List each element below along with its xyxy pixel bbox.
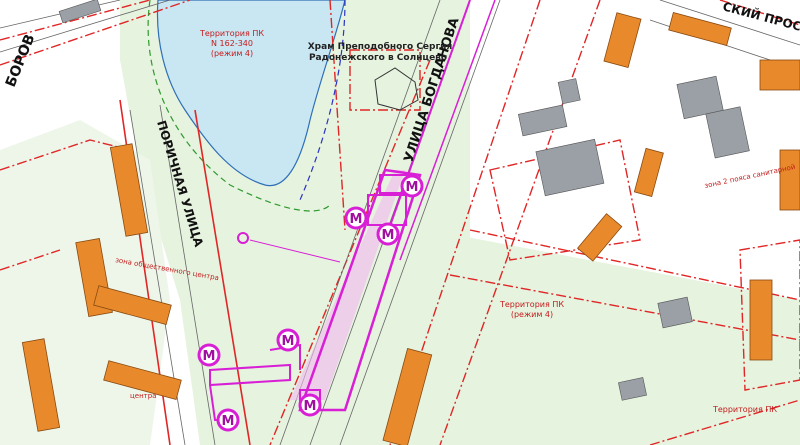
temple-label-line2: Радонежского в Солнцево xyxy=(309,53,447,63)
zone-label: центра xyxy=(130,392,156,400)
territory-label: N 162-340 xyxy=(211,39,253,48)
svg-text:М: М xyxy=(203,349,216,364)
metro-entrance-icon[interactable]: М xyxy=(197,343,221,367)
metro-entrance-icon[interactable]: М xyxy=(216,408,240,432)
metro-entrance-icon[interactable]: М xyxy=(344,206,368,230)
territory-label: Территория ПК xyxy=(499,300,564,309)
temple-label-line1: Храм Преподобного Сергия xyxy=(308,41,453,52)
svg-text:М: М xyxy=(350,212,363,227)
svg-text:М: М xyxy=(282,334,295,349)
territory-label: Территория ПК xyxy=(712,405,777,414)
metro-entrance-icon[interactable]: М xyxy=(400,174,424,198)
metro-entrance-icon[interactable]: М xyxy=(376,222,400,246)
svg-text:М: М xyxy=(222,414,235,429)
territory-label: (режим 4) xyxy=(211,49,253,58)
svg-text:М: М xyxy=(304,399,317,414)
territory-label: (режим 4) xyxy=(511,310,553,319)
map-svg: М М М М М М М БОРОВ ПОРИЧНАЯ УЛИЦА УЛИЦА… xyxy=(0,0,800,445)
svg-text:М: М xyxy=(406,180,419,195)
metro-entrance-icon[interactable]: М xyxy=(276,328,300,352)
map-canvas[interactable]: М М М М М М М БОРОВ ПОРИЧНАЯ УЛИЦА УЛИЦА… xyxy=(0,0,800,445)
territory-label: Территория ПК xyxy=(199,29,264,38)
svg-text:М: М xyxy=(382,228,395,243)
metro-entrance-icon[interactable]: М xyxy=(298,393,322,417)
